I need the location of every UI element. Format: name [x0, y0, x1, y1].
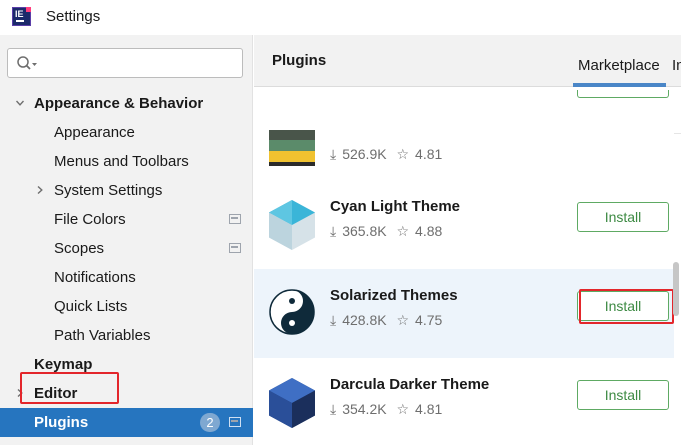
sidebar-item-label: System Settings	[54, 182, 163, 199]
sidebar-item-notifications[interactable]: Notifications	[0, 263, 253, 292]
search-icon	[17, 56, 37, 70]
darcula-darker-theme-logo-icon	[269, 378, 315, 428]
download-count: 526.9K	[342, 146, 387, 162]
sidebar-item-file-colors[interactable]: File Colors	[0, 205, 253, 234]
cyan-light-theme-logo-icon	[269, 200, 315, 250]
install-button[interactable]	[577, 90, 669, 98]
download-icon: ⤓	[330, 401, 337, 417]
star-icon: ☆	[396, 312, 410, 328]
sidebar-item-quick-lists[interactable]: Quick Lists	[0, 292, 253, 321]
plugins-header: Plugins Marketplace In	[254, 35, 681, 87]
sidebar-item-system-settings[interactable]: System Settings	[0, 176, 253, 205]
download-icon: ⤓	[330, 223, 337, 239]
chevron-right-icon[interactable]	[36, 186, 44, 194]
install-button[interactable]: Install	[577, 380, 669, 410]
plugin-name[interactable]: Solarized Themes	[330, 287, 458, 304]
settings-search-box[interactable]	[7, 48, 243, 78]
plugin-list-item[interactable]: Cyan Light Theme ⤓ 365.8K ☆ 4.88 Install	[254, 180, 674, 269]
sidebar-item-label: Plugins	[34, 414, 89, 431]
sidebar-item-label: Appearance	[54, 124, 135, 141]
download-icon: ⤓	[330, 146, 337, 162]
plugins-panel: Plugins Marketplace In ✕ ⤓526.9K ☆4.81	[254, 35, 681, 445]
plugin-meta: ⤓ 428.8K ☆ 4.75	[330, 312, 448, 329]
project-level-icon	[229, 243, 241, 253]
install-highlight-outline	[579, 289, 674, 324]
theme-plugin-logo-icon	[269, 130, 315, 166]
download-icon: ⤓	[330, 312, 337, 328]
download-count: 365.8K	[342, 223, 387, 239]
sidebar-item-appearance-behavior[interactable]: Appearance & Behavior	[0, 89, 253, 118]
sidebar-item-label: File Colors	[54, 211, 126, 228]
sidebar-item-scopes[interactable]: Scopes	[0, 234, 253, 263]
sidebar-item-label: Path Variables	[54, 327, 151, 344]
star-icon: ☆	[396, 401, 410, 417]
install-button[interactable]: Install	[577, 202, 669, 232]
sidebar-item-label: Quick Lists	[54, 298, 128, 315]
settings-search-input[interactable]	[40, 53, 235, 73]
plugin-meta: ⤓ 526.9K ☆ 4.81	[330, 146, 448, 163]
updates-count-badge: 2	[200, 413, 220, 432]
scrollbar-thumb[interactable]	[673, 262, 679, 316]
active-tab-indicator	[573, 83, 666, 87]
tab-marketplace[interactable]: Marketplace	[578, 57, 660, 74]
rating: 4.81	[415, 146, 443, 162]
chevron-down-icon[interactable]	[16, 99, 24, 107]
plugins-highlight-outline	[20, 372, 119, 404]
sidebar-item-path-variables[interactable]: Path Variables	[0, 321, 253, 350]
rating: 4.88	[415, 223, 443, 239]
download-count: 428.8K	[342, 312, 387, 328]
page-title: Plugins	[272, 52, 327, 69]
star-icon: ☆	[396, 223, 410, 239]
intellij-idea-icon: IE	[12, 7, 31, 26]
download-count: 354.2K	[342, 401, 387, 417]
plugin-list-item[interactable]: Darcula Darker Theme ⤓ 354.2K ☆ 4.81 Insta…	[254, 358, 674, 445]
plugin-list-item[interactable]: ⤓ 526.9K ☆ 4.81	[254, 90, 674, 180]
sidebar-item-label: Menus and Toolbars	[54, 153, 189, 170]
plugin-meta: ⤓ 354.2K ☆ 4.81	[330, 401, 448, 418]
rating: 4.75	[415, 312, 443, 328]
window-title: Settings	[46, 8, 101, 25]
sidebar-item-label: Notifications	[54, 269, 136, 286]
sidebar-item-label: Scopes	[54, 240, 105, 257]
sidebar-item-menus-toolbars[interactable]: Menus and Toolbars	[0, 147, 253, 176]
project-level-icon	[229, 417, 241, 427]
sidebar-item-plugins[interactable]: Plugins 2	[0, 408, 253, 437]
app-icon-text: IE	[15, 9, 24, 19]
sidebar-item-appearance[interactable]: Appearance	[0, 118, 253, 147]
sidebar-item-label: Appearance & Behavior	[34, 95, 204, 112]
project-level-icon	[229, 214, 241, 224]
title-bar: IE Settings	[0, 0, 681, 35]
yin-yang-icon	[269, 289, 315, 335]
plugin-name[interactable]: Darcula Darker Theme	[330, 376, 489, 393]
plugin-name[interactable]: Cyan Light Theme	[330, 198, 460, 215]
rating: 4.81	[415, 401, 443, 417]
star-icon: ☆	[396, 146, 410, 162]
tab-installed[interactable]: In	[672, 57, 681, 74]
plugin-meta: ⤓ 365.8K ☆ 4.88	[330, 223, 448, 240]
